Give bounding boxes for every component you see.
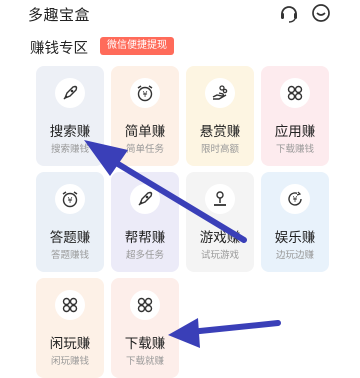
card-subtitle: 闲玩赚钱 (50, 356, 89, 367)
svg-text:¥: ¥ (293, 195, 298, 204)
card-title: 帮帮赚 (124, 230, 166, 246)
card-subtitle: 试玩游戏 (200, 250, 239, 261)
card-title: 闲玩赚 (49, 336, 91, 352)
card-title: 悬赏赚 (199, 124, 241, 140)
card-help-earn[interactable]: 帮帮赚 超多任务 (111, 172, 179, 272)
clover-icon (55, 290, 85, 320)
card-subtitle: 下载就赚 (125, 356, 164, 367)
yen-coin-icon: ¥ (280, 184, 310, 214)
card-title: 下载赚 (124, 336, 166, 352)
card-download-earn[interactable]: 下载赚 下载就赚 (111, 278, 179, 378)
header: 多趣宝盒 (0, 0, 360, 28)
joystick-icon (205, 184, 235, 214)
earn-grid: 搜索赚 搜索赚钱 ¥ 简单赚 简单任务 悬赏赚 限时高额 应用赚 下载赚钱 ¥ … (36, 66, 329, 378)
card-title: 答题赚 (49, 230, 91, 246)
card-title: 搜索赚 (49, 124, 91, 140)
app-title: 多趣宝盒 (28, 6, 91, 24)
yen-alarm-icon: ¥ (55, 184, 85, 214)
card-app-earn[interactable]: 应用赚 下载赚钱 (261, 66, 329, 166)
card-entertainment-earn[interactable]: ¥ 娱乐赚 边玩边赚 (261, 172, 329, 272)
card-title: 简单赚 (124, 124, 166, 140)
customer-service-icon[interactable] (278, 2, 300, 24)
rocket-icon (130, 184, 160, 214)
section-title: 赚钱专区 (30, 41, 88, 57)
clover-icon (130, 290, 160, 320)
card-simple-earn[interactable]: ¥ 简单赚 简单任务 (111, 66, 179, 166)
card-subtitle: 简单任务 (125, 144, 164, 155)
yen-alarm-icon: ¥ (130, 78, 160, 108)
card-subtitle: 超多任务 (125, 250, 164, 261)
card-title: 娱乐赚 (274, 230, 316, 246)
card-title: 游戏赚 (199, 230, 241, 246)
withdraw-badge: 微信便捷提现 (100, 37, 174, 55)
card-reward-earn[interactable]: 悬赏赚 限时高额 (186, 66, 254, 166)
rocket-icon (55, 78, 85, 108)
clover-icon (280, 78, 310, 108)
card-subtitle: 答题赚钱 (50, 250, 89, 261)
card-title: 应用赚 (274, 124, 316, 140)
card-subtitle: 边玩边赚 (275, 250, 314, 261)
hand-coins-icon (205, 78, 235, 108)
card-subtitle: 搜索赚钱 (50, 144, 89, 155)
smiley-icon[interactable] (310, 2, 332, 24)
card-game-earn[interactable]: 游戏赚 试玩游戏 (186, 172, 254, 272)
card-subtitle: 限时高额 (200, 144, 239, 155)
card-quiz-earn[interactable]: ¥ 答题赚 答题赚钱 (36, 172, 104, 272)
svg-text:¥: ¥ (67, 196, 72, 205)
card-search-earn[interactable]: 搜索赚 搜索赚钱 (36, 66, 104, 166)
svg-text:¥: ¥ (142, 90, 147, 99)
card-leisure-earn[interactable]: 闲玩赚 闲玩赚钱 (36, 278, 104, 378)
card-subtitle: 下载赚钱 (275, 144, 314, 155)
